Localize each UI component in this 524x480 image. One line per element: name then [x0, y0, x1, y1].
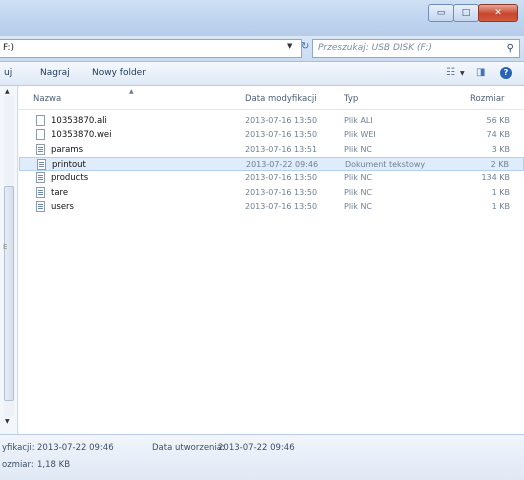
- refresh-icon[interactable]: ↻: [301, 41, 309, 52]
- file-name: 10353870.ali: [51, 116, 107, 126]
- address-dropdown-icon[interactable]: ▼: [287, 42, 292, 50]
- address-path: F:): [3, 43, 15, 53]
- file-name: params: [51, 144, 84, 155]
- help-icon[interactable]: ?: [500, 67, 512, 79]
- scrollbar-thumb[interactable]: [4, 186, 14, 401]
- minimize-icon: ▭: [436, 8, 446, 18]
- file-row[interactable]: params 2013-07-16 13:51 Plik NC 3 KB: [19, 143, 524, 157]
- file-row[interactable]: 10353870.ali 2013-07-16 13:50 Plik ALI 56 K…: [19, 114, 524, 128]
- file-date: 2013-07-16 13:50: [245, 201, 318, 211]
- sort-ascending-icon: ▲: [129, 88, 134, 95]
- view-options-icon[interactable]: ☷: [446, 67, 455, 78]
- details-pane: yfikacji: 2013-07-22 09:46 Data utworzen…: [0, 434, 524, 480]
- maximize-button[interactable]: □: [453, 4, 479, 22]
- file-row[interactable]: products 2013-07-16 13:50 Plik NC 134 KB: [19, 171, 524, 185]
- toolbar-partial-item[interactable]: uj: [4, 68, 12, 78]
- text-file-icon: [36, 186, 45, 198]
- scroll-up-icon[interactable]: ▲: [5, 88, 10, 95]
- title-bar: ▭ □ ✕: [0, 0, 524, 36]
- file-row[interactable]: printout 2013-07-22 09:46 Dokument tekstow…: [19, 156, 524, 171]
- size-label: ozmiar:: [2, 460, 34, 470]
- file-size: 134 KB: [481, 173, 510, 183]
- file-date: 2013-07-16 13:51: [245, 144, 318, 154]
- close-icon: ✕: [494, 8, 502, 18]
- file-type: Plik NC: [344, 201, 373, 211]
- file-type: Plik WEI: [344, 130, 376, 140]
- file-type: Plik NC: [344, 173, 373, 183]
- text-file-icon: [36, 172, 45, 184]
- created-label: Data utworzenia:: [152, 443, 225, 453]
- file-name: tare: [51, 187, 69, 198]
- file-row[interactable]: users 2013-07-16 13:50 Plik NC 1 KB: [19, 200, 524, 214]
- file-date: 2013-07-16 13:50: [245, 130, 318, 140]
- column-header-type[interactable]: Typ: [344, 94, 358, 104]
- window-controls: ▭ □ ✕: [428, 4, 518, 22]
- address-row: F:) ▼ ↻ Przeszukaj: USB DISK (F:) ⚲: [0, 36, 524, 62]
- file-size: 74 KB: [486, 130, 510, 140]
- search-icon[interactable]: ⚲: [507, 43, 514, 54]
- address-bar[interactable]: F:): [0, 39, 302, 58]
- file-name: 10353870.wei: [51, 130, 112, 141]
- navigation-pane: ▲ E ▼: [0, 86, 18, 434]
- file-name: products: [51, 173, 89, 184]
- modified-value: 2013-07-22 09:46: [37, 443, 114, 453]
- command-toolbar: uj Nagraj Nowy folder ☷ ▼ ◨ ?: [0, 62, 524, 86]
- file-date: 2013-07-16 13:50: [245, 173, 318, 183]
- new-folder-button[interactable]: Nowy folder: [92, 68, 146, 78]
- file-row[interactable]: 10353870.wei 2013-07-16 13:50 Plik WEI 74 K…: [19, 128, 524, 142]
- close-button[interactable]: ✕: [478, 4, 518, 22]
- modified-label: yfikacji:: [2, 443, 35, 453]
- file-size: 2 KB: [490, 159, 509, 169]
- column-header-name[interactable]: Nazwa: [33, 94, 61, 104]
- file-size: 3 KB: [491, 144, 510, 154]
- file-size: 1 KB: [491, 201, 510, 211]
- file-size: 56 KB: [486, 116, 510, 125]
- generic-file-icon: [36, 129, 45, 141]
- burn-button[interactable]: Nagraj: [40, 68, 70, 78]
- column-header-size[interactable]: Rozmiar: [470, 94, 505, 104]
- nav-partial-label: E: [3, 243, 8, 251]
- file-date: 2013-07-16 13:50: [245, 187, 318, 197]
- file-type: Dokument tekstowy: [345, 159, 426, 169]
- text-file-icon: [36, 200, 45, 212]
- text-file-icon: [37, 158, 46, 170]
- file-date: 2013-07-22 09:46: [246, 159, 319, 169]
- generic-file-icon: [36, 115, 45, 126]
- file-name: printout: [52, 159, 86, 170]
- column-header-date[interactable]: Data modyfikacji: [245, 94, 317, 104]
- file-size: 1 KB: [491, 187, 510, 197]
- search-placeholder: Przeszukaj: USB DISK (F:): [318, 43, 432, 53]
- maximize-icon: □: [461, 8, 471, 18]
- file-row[interactable]: tare 2013-07-16 13:50 Plik NC 1 KB: [19, 186, 524, 200]
- column-header-row: ▲ Nazwa Data modyfikacji Typ Rozmiar: [19, 86, 524, 110]
- scroll-down-icon[interactable]: ▼: [5, 418, 10, 425]
- created-value: 2013-07-22 09:46: [218, 443, 295, 453]
- size-value: 1,18 KB: [37, 460, 71, 470]
- minimize-button[interactable]: ▭: [428, 4, 454, 22]
- file-type: Plik ALI: [344, 116, 373, 125]
- file-list: ▲ Nazwa Data modyfikacji Typ Rozmiar 103…: [19, 86, 524, 434]
- search-input[interactable]: Przeszukaj: USB DISK (F:) ⚲: [312, 39, 520, 58]
- file-name: users: [51, 201, 74, 212]
- file-date: 2013-07-16 13:50: [245, 116, 318, 125]
- file-type: Plik NC: [344, 144, 373, 154]
- preview-pane-icon[interactable]: ◨: [476, 67, 485, 78]
- view-dropdown-icon[interactable]: ▼: [460, 70, 465, 77]
- file-type: Plik NC: [344, 187, 373, 197]
- text-file-icon: [36, 143, 45, 155]
